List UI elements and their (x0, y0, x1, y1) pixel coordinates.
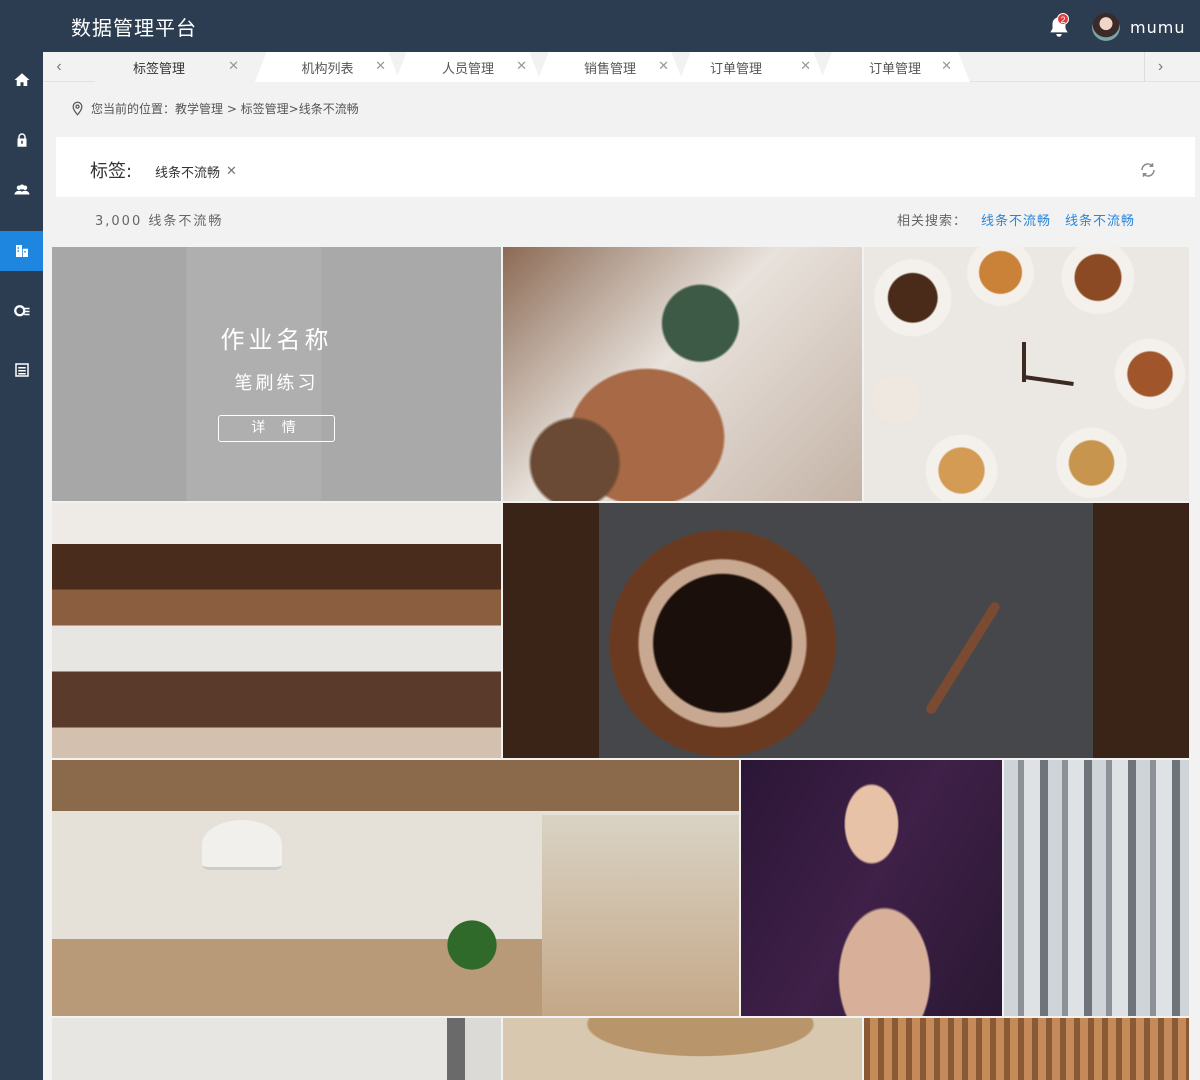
close-icon[interactable]: ✕ (800, 59, 811, 74)
featured-overlay: 作业名称 笔刷练习 详 情 (52, 247, 501, 501)
tab-order-management-2[interactable]: 订单管理 ✕ (820, 52, 970, 82)
coffee-cup-image[interactable] (503, 503, 1189, 758)
plant-icon (442, 900, 502, 990)
clock-hand-icon (1023, 375, 1074, 386)
sidebar-item-settings[interactable] (0, 290, 43, 330)
tab-tag-management[interactable]: 标签管理 ✕ (95, 52, 265, 82)
tag-label: 标签: (90, 161, 133, 182)
coffee-layers-image[interactable] (52, 503, 501, 758)
interior-image[interactable] (52, 1018, 501, 1080)
notification-badge: 2 (1057, 13, 1069, 25)
tab-org-list[interactable]: 机构列表 ✕ (255, 52, 400, 82)
sidebar-item-home[interactable] (0, 60, 43, 100)
close-icon[interactable]: ✕ (658, 59, 669, 74)
gallery-tile-featured[interactable]: 作业名称 笔刷练习 详 情 (52, 247, 501, 501)
tag-chip-label: 线条不流畅 (155, 166, 221, 181)
settings-icon (13, 305, 29, 317)
close-icon[interactable]: ✕ (226, 164, 237, 179)
tab-order-management[interactable]: 订单管理 ✕ (679, 52, 825, 82)
username[interactable]: mumu (1130, 18, 1185, 37)
tag-chip[interactable]: 线条不流畅 ✕ (155, 162, 237, 181)
plant-coffee-image[interactable] (503, 247, 862, 501)
tab-scroll-right-button[interactable]: › (1144, 52, 1176, 82)
close-icon[interactable]: ✕ (228, 59, 239, 74)
close-icon[interactable]: ✕ (941, 59, 952, 74)
tab-label: 订单管理 (868, 61, 921, 77)
close-icon[interactable]: ✕ (516, 59, 527, 74)
forest-painting-image[interactable] (1004, 760, 1189, 1016)
tab-bar: ‹ 标签管理 ✕ 机构列表 ✕ 人员管理 ✕ 销售管理 ✕ 订单管理 ✕ 订单管… (43, 52, 1200, 82)
tab-people-management[interactable]: 人员管理 ✕ (395, 52, 541, 82)
tab-label: 订单管理 (709, 61, 762, 77)
pendant-lamp-icon (202, 820, 282, 870)
tab-label: 人员管理 (441, 61, 494, 77)
building-icon (15, 245, 28, 257)
breadcrumb: 您当前的位置：教学管理 > 标签管理>线条不流畅 (70, 100, 359, 117)
spoon-icon (924, 600, 1002, 716)
location-pin-icon (72, 101, 83, 116)
lock-icon (17, 133, 26, 147)
related-search-label: 相关搜索： (897, 214, 968, 229)
sidebar-item-users[interactable] (0, 170, 43, 210)
close-icon[interactable]: ✕ (375, 59, 386, 74)
avatar[interactable] (1092, 13, 1120, 41)
related-search-link[interactable]: 线条不流畅 (981, 210, 1051, 229)
top-bar: 数据管理平台 2 mumu (0, 0, 1200, 52)
home-icon (14, 73, 29, 86)
wood-interior-image[interactable] (864, 1018, 1189, 1080)
related-search-link[interactable]: 线条不流畅 (1065, 210, 1135, 229)
sidebar-item-organization[interactable] (0, 231, 43, 271)
woman-portrait-image[interactable] (741, 760, 1002, 1016)
basket-image[interactable] (503, 1018, 862, 1080)
refresh-icon[interactable] (1139, 161, 1157, 179)
tab-sales-management[interactable]: 销售管理 ✕ (537, 52, 683, 82)
tab-label: 标签管理 (132, 61, 185, 77)
sidebar-item-lock[interactable] (0, 120, 43, 160)
related-search: 相关搜索： 线条不流畅 线条不流畅 (897, 210, 1135, 229)
sidebar-item-list[interactable] (0, 350, 43, 390)
courtyard-window (542, 815, 739, 1016)
sidebar (0, 52, 43, 1080)
tag-filter-panel: 标签: 线条不流畅 ✕ (56, 137, 1195, 197)
details-button[interactable]: 详 情 (218, 415, 335, 442)
list-icon (14, 363, 29, 377)
result-count: 3,000 线条不流畅 (95, 214, 224, 229)
users-icon (14, 184, 29, 195)
app-title: 数据管理平台 (71, 16, 197, 40)
assignment-title: 作业名称 (220, 326, 333, 354)
tab-label: 机构列表 (301, 61, 354, 77)
coffee-clock-image[interactable] (864, 247, 1189, 501)
dining-room-image[interactable] (52, 760, 739, 1016)
assignment-subtitle: 笔刷练习 (234, 373, 319, 394)
tab-label: 销售管理 (583, 61, 636, 77)
breadcrumb-text: 您当前的位置：教学管理 > 标签管理>线条不流畅 (91, 102, 359, 116)
tab-scroll-left-button[interactable]: ‹ (43, 52, 75, 82)
